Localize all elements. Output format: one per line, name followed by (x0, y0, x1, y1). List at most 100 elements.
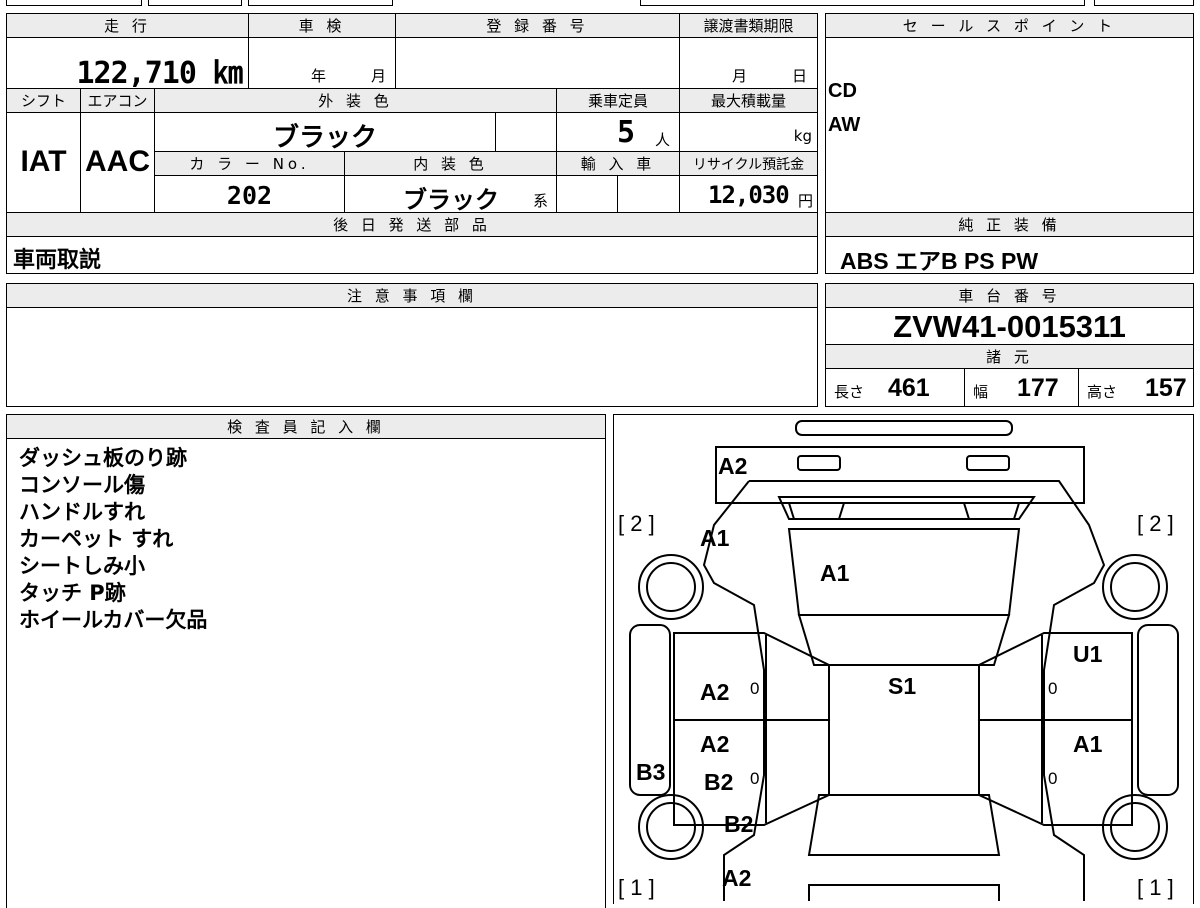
shift-cell: IAT (6, 112, 81, 213)
diagram-label-door-rear-left-b: B2 (704, 769, 734, 795)
width-cell: 幅 177 (964, 368, 1079, 407)
import-cell-b (617, 175, 680, 213)
chassis-cell: ZVW41-0015311 (825, 307, 1194, 345)
exterior-color-extra-cell (495, 112, 557, 152)
diagram-label-quarter-left: B2 (724, 811, 754, 837)
recycle-unit: 円 (797, 192, 813, 210)
length-cell: 長さ 461 (825, 368, 965, 407)
aircon-header: エアコン (80, 88, 155, 113)
exterior-color-value: ブラック (272, 123, 377, 153)
tire-front-left: [ 2 ] (618, 511, 655, 536)
transfer-deadline-header: 譲渡書類期限 (679, 13, 818, 38)
interior-color-cell: ブラック 系 (344, 175, 557, 214)
height-label: 高さ (1087, 383, 1118, 401)
width-value: 177 (1017, 374, 1059, 402)
color-no-header: カ ラ ー No. (154, 151, 345, 176)
diagram-label-door-front-left: A2 (700, 679, 730, 705)
interior-color-value: ブラック (403, 186, 499, 214)
exterior-color-header: 外 装 色 (154, 88, 557, 113)
door-mark: 0 (750, 679, 760, 698)
mileage-header: 走 行 (6, 13, 249, 38)
genuine-equipment-cell: ABS エアB PS PW (825, 236, 1194, 274)
chassis-number: ZVW41-0015311 (893, 309, 1126, 344)
shift-header: シフト (6, 88, 81, 113)
capacity-value: 5 (617, 115, 636, 150)
sales-point-item: AW (828, 114, 861, 136)
door-mark: 0 (1048, 679, 1058, 698)
capacity-unit: 人 (655, 131, 671, 149)
diagram-label-rear-left: A2 (722, 865, 752, 891)
top-strip (0, 0, 1200, 8)
mileage-value: 122,710 ㎞ (76, 56, 243, 91)
interior-color-suffix: 系 (533, 192, 549, 210)
aircon-cell: AAC (80, 112, 155, 213)
recycle-value: 12,030 (708, 181, 790, 209)
inspection-year: 年 (311, 67, 327, 85)
inspector-line: ハンドルすれ (19, 500, 145, 524)
genuine-equipment-value: ABS エアB PS PW (840, 248, 1039, 274)
specs-header: 諸 元 (825, 344, 1194, 369)
sales-point-item: CD (828, 80, 857, 102)
door-mark: 0 (750, 769, 760, 788)
height-cell: 高さ 157 (1078, 368, 1194, 407)
notes-header: 注 意 事 項 欄 (6, 283, 818, 308)
later-shipping-value: 車両取説 (13, 248, 102, 273)
registration-header: 登 録 番 号 (395, 13, 680, 38)
diagram-label-fender-left: A1 (700, 525, 730, 551)
shift-value: IAT (20, 145, 67, 178)
sales-points-cell: CD AW (825, 37, 1194, 213)
color-no-cell: 202 (154, 175, 345, 213)
diagram-label-door-rear-left: A2 (700, 731, 730, 757)
door-mark: 0 (1048, 769, 1058, 788)
max-load-unit: kg (793, 127, 812, 145)
deadline-month: 月 (732, 67, 748, 85)
length-value: 461 (888, 374, 930, 402)
vehicle-diagram: A2 A1 A1 S1 A2 A2 B3 B2 B2 A2 U1 A1 0 0 … (613, 414, 1194, 904)
recycle-cell: 12,030 円 (679, 175, 818, 213)
inspector-header: 検 査 員 記 入 欄 (6, 414, 606, 439)
tire-front-right: [ 2 ] (1137, 511, 1174, 536)
diagram-label-roof: S1 (888, 673, 917, 699)
import-header: 輸 入 車 (556, 151, 680, 176)
length-label: 長さ (834, 383, 865, 401)
inspector-line: ダッシュ板のり跡 (19, 446, 187, 470)
diagram-label-windshield: A1 (820, 560, 850, 586)
import-cell-a (556, 175, 618, 213)
tire-rear-left: [ 1 ] (618, 875, 655, 900)
recycle-header: リサイクル預託金 (679, 151, 818, 176)
inspection-cell: 年 月 (248, 37, 396, 89)
capacity-header: 乗車定員 (556, 88, 680, 113)
inspector-line: シートしみ小 (19, 554, 145, 578)
exterior-color-cell: ブラック (154, 112, 496, 153)
capacity-cell: 5 人 (556, 112, 680, 152)
chassis-header: 車 台 番 号 (825, 283, 1194, 308)
diagram-label-pillar-left: B3 (636, 759, 666, 785)
diagram-label-door-front-right: U1 (1073, 641, 1103, 667)
deadline-cell: 月 日 (679, 37, 818, 89)
inspector-line: カーペット すれ (19, 527, 174, 551)
car-outline-icon (629, 420, 1179, 901)
later-shipping-cell: 車両取説 (6, 236, 818, 274)
inspector-line: タッチ P跡 (19, 581, 126, 605)
inspection-month: 月 (371, 67, 387, 85)
interior-color-header: 内 装 色 (344, 151, 557, 176)
max-load-header: 最大積載量 (679, 88, 818, 113)
later-shipping-header: 後 日 発 送 部 品 (6, 212, 818, 237)
width-label: 幅 (973, 383, 989, 401)
genuine-equipment-header: 純 正 装 備 (825, 212, 1194, 237)
inspector-line: コンソール傷 (19, 473, 145, 497)
sales-points-header: セ ー ル ス ポ イ ン ト (825, 13, 1194, 38)
tire-rear-right: [ 1 ] (1137, 875, 1174, 900)
max-load-cell: kg (679, 112, 818, 152)
inspector-line: ホイールカバー欠品 (19, 608, 208, 632)
aircon-value: AAC (85, 145, 150, 178)
notes-cell (6, 307, 818, 407)
color-no-value: 202 (226, 181, 273, 210)
height-value: 157 (1145, 374, 1187, 402)
mileage-cell: 122,710 ㎞ (6, 37, 249, 91)
inspector-cell: ダッシュ板のり跡 コンソール傷 ハンドルすれ カーペット すれ シートしみ小 タ… (6, 438, 606, 908)
inspection-header: 車 検 (248, 13, 396, 38)
diagram-label-hood: A2 (718, 453, 748, 479)
diagram-label-door-rear-right: A1 (1073, 731, 1103, 757)
registration-cell (395, 37, 680, 89)
